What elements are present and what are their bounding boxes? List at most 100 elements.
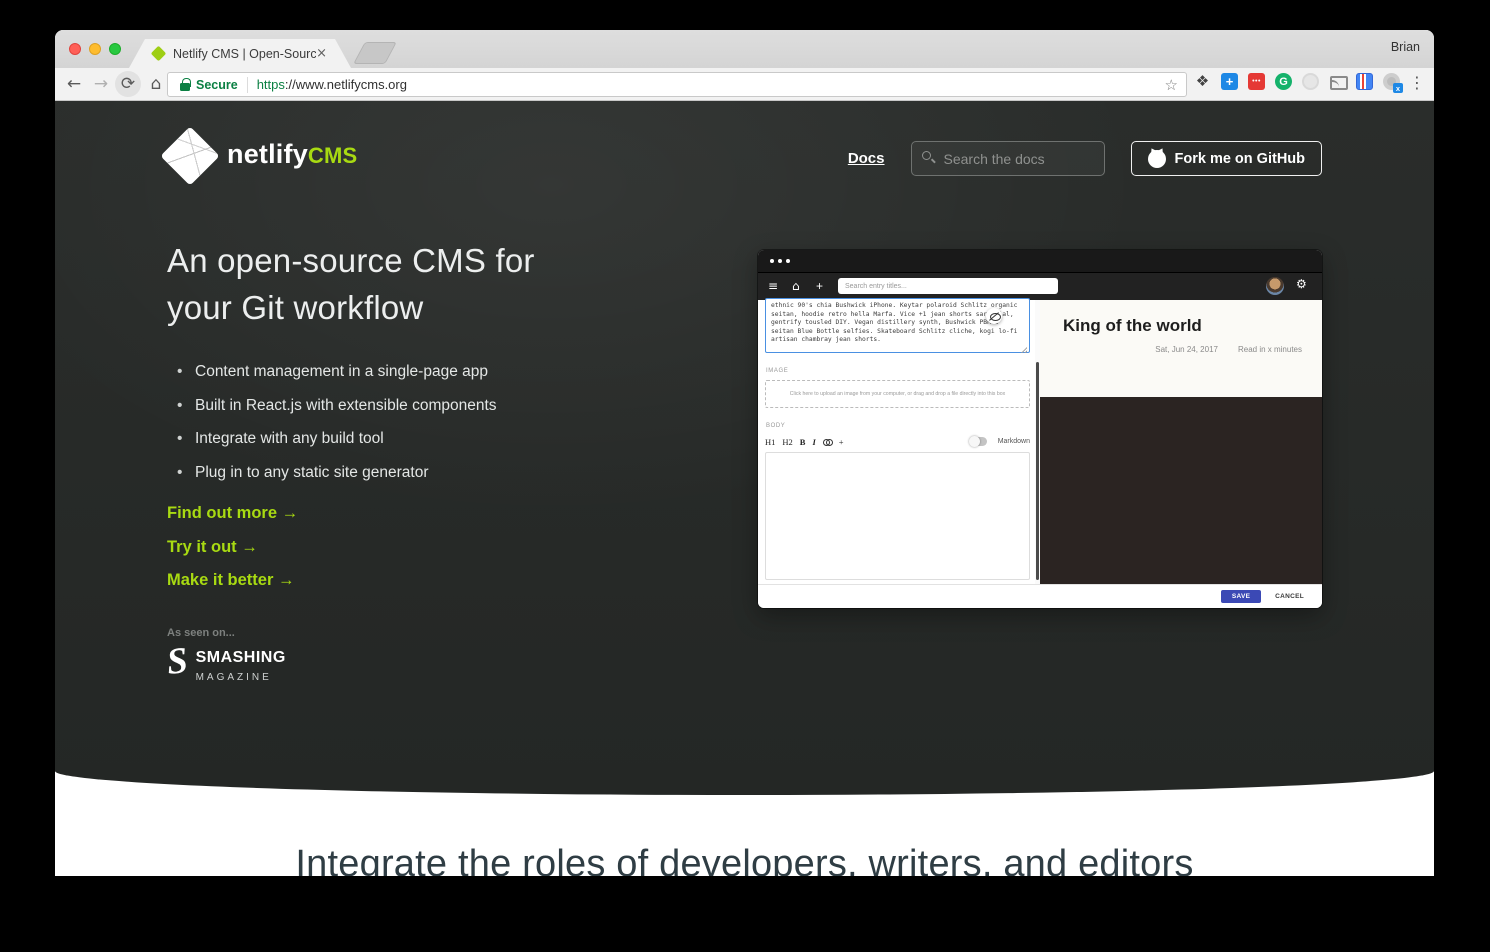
demo-hamburger-icon: ≡ — [768, 278, 778, 294]
github-fork-button[interactable]: Fork me on GitHub — [1131, 141, 1323, 176]
cms-demo-screenshot: ≡ ⌂ + Search entry titles... ⚙ ethnic 90… — [758, 250, 1322, 608]
demo-footer: SAVE CANCEL — [758, 584, 1322, 608]
demo-eye-slash-icon — [986, 308, 1002, 324]
hero-bullet: Plug in to any static site generator — [171, 464, 497, 482]
demo-gear-icon: ⚙ — [1296, 277, 1307, 291]
demo-plus-button: + — [839, 437, 844, 447]
demo-preview-date: Sat, Jun 24, 2017 — [1155, 345, 1218, 354]
demo-body-label: BODY — [766, 423, 785, 429]
demo-format-toolbar: H1 H2 B I + Markdown — [765, 434, 1030, 449]
page-content: netlifyCMS Docs Fork me on GitHub An ope… — [55, 101, 1434, 876]
docs-search — [911, 141, 1105, 176]
hero-title-line1: An open-source CMS for — [167, 237, 535, 284]
demo-link-icon — [823, 439, 832, 445]
demo-image-dropzone: Click here to upload an image from your … — [765, 380, 1030, 408]
hero-bullet: Integrate with any build tool — [171, 430, 497, 448]
profile-name[interactable]: Brian — [1391, 40, 1420, 54]
demo-avatar — [1266, 277, 1284, 295]
docs-search-input[interactable] — [911, 141, 1105, 176]
demo-h2-button: H2 — [782, 437, 792, 447]
demo-preview-title: King of the world — [1063, 316, 1202, 336]
smashing-name: SMASHING — [196, 649, 286, 666]
forward-button[interactable]: → — [88, 71, 114, 97]
demo-editor-panel: ethnic 90's chia Bushwick iPhone. Keytar… — [758, 300, 1035, 584]
secure-label: Secure — [196, 78, 238, 92]
logo-text: netlify — [227, 139, 308, 169]
site-logo[interactable]: netlifyCMS — [167, 131, 357, 177]
hero-bullet: Built in React.js with extensible compon… — [171, 397, 497, 415]
demo-save-button: SAVE — [1221, 590, 1261, 603]
demo-italic-button: I — [812, 437, 815, 447]
demo-add-icon: + — [816, 278, 823, 294]
hero-section: netlifyCMS Docs Fork me on GitHub An ope… — [55, 101, 1434, 795]
demo-preview-image — [1040, 397, 1322, 584]
demo-preview-meta: Sat, Jun 24, 2017 Read in x minutes — [1040, 345, 1322, 354]
address-bar[interactable]: Secure https://www.netlifycms.org ☆ — [167, 72, 1187, 97]
browser-window: Netlify CMS | Open-Source Co × Brian ← →… — [55, 30, 1434, 876]
demo-titlebar — [758, 250, 1322, 273]
demo-image-label: IMAGE — [766, 368, 788, 374]
demo-markdown-label: Markdown — [998, 438, 1030, 445]
hero-bullet: Content management in a single-page app — [171, 363, 497, 381]
mac-close-button[interactable] — [69, 43, 81, 55]
url-scheme: https — [257, 77, 285, 92]
demo-body: ethnic 90's chia Bushwick iPhone. Keytar… — [758, 300, 1322, 584]
tab-title: Netlify CMS | Open-Source Co — [173, 47, 316, 61]
extension-disabled-icon[interactable] — [1302, 73, 1319, 90]
home-button[interactable]: ⌂ — [143, 71, 169, 97]
url-text: https://www.netlifycms.org — [257, 77, 407, 92]
extension-grammarly-icon[interactable]: G — [1275, 73, 1292, 90]
netlify-diamond-icon — [160, 126, 219, 185]
demo-preview-panel: King of the world Sat, Jun 24, 2017 Read… — [1040, 300, 1322, 584]
url-rest: ://www.netlifycms.org — [285, 77, 407, 92]
reload-button[interactable]: ⟳ — [115, 71, 141, 97]
demo-body-textarea — [765, 452, 1030, 580]
site-nav: Docs Fork me on GitHub — [848, 141, 1322, 176]
url-divider — [247, 77, 248, 93]
extension-password-icon[interactable]: ••• — [1248, 73, 1265, 90]
demo-appbar: ≡ ⌂ + Search entry titles... ⚙ — [758, 273, 1322, 300]
find-out-more-link[interactable]: Find out more → — [167, 504, 298, 523]
hero-title: An open-source CMS for your Git workflow — [167, 237, 535, 331]
smashing-magazine-logo[interactable]: S SMASHING MAGAZINE — [167, 644, 286, 687]
extension-cast-icon[interactable] — [1329, 73, 1346, 90]
demo-dropzone-text: Click here to upload an image from your … — [790, 391, 1005, 397]
browser-tab[interactable]: Netlify CMS | Open-Source Co × — [129, 39, 351, 68]
mac-minimize-button[interactable] — [89, 43, 101, 55]
demo-search-placeholder: Search entry titles... — [845, 283, 907, 290]
nav-docs-link[interactable]: Docs — [848, 150, 885, 167]
tab-bar: Netlify CMS | Open-Source Co × Brian — [55, 30, 1434, 68]
demo-markdown-toggle — [970, 437, 987, 446]
secure-lock-icon — [180, 78, 190, 91]
make-it-better-link[interactable]: Make it better → — [167, 571, 298, 590]
demo-scrollbar-thumb — [1036, 362, 1039, 580]
extension-blocked-icon[interactable]: x — [1383, 73, 1400, 90]
hero-bullet-list: Content management in a single-page app … — [171, 363, 497, 497]
extension-plus-icon[interactable]: + — [1221, 73, 1238, 90]
extensions-row: ❖ + ••• G x — [1194, 73, 1400, 90]
github-button-label: Fork me on GitHub — [1175, 151, 1306, 167]
try-it-out-link[interactable]: Try it out → — [167, 538, 298, 557]
github-octocat-icon — [1148, 150, 1166, 168]
extension-layers-icon[interactable]: ❖ — [1194, 73, 1211, 90]
extension-lighthouse-icon[interactable] — [1356, 73, 1373, 90]
demo-window-dots-icon — [770, 259, 790, 263]
demo-preview-readtime: Read in x minutes — [1238, 345, 1302, 354]
mac-zoom-button[interactable] — [109, 43, 121, 55]
browser-menu-icon[interactable]: ⋮ — [1408, 73, 1426, 92]
as-seen-on-label: As seen on... — [167, 627, 235, 639]
back-button[interactable]: ← — [61, 71, 87, 97]
hero-title-line2: your Git workflow — [167, 284, 535, 331]
search-icon — [922, 151, 931, 160]
demo-h1-button: H1 — [765, 437, 775, 447]
netlify-favicon-icon — [151, 46, 167, 62]
bookmark-star-icon[interactable]: ☆ — [1165, 76, 1178, 94]
new-tab-button[interactable] — [353, 42, 397, 64]
demo-cancel-button: CANCEL — [1275, 593, 1304, 600]
demo-search-input: Search entry titles... — [838, 278, 1058, 294]
smashing-subname: MAGAZINE — [196, 672, 272, 683]
hero-links: Find out more → Try it out → Make it bet… — [167, 504, 298, 605]
browser-toolbar: ← → ⟳ ⌂ Secure https://www.netlifycms.or… — [55, 68, 1434, 101]
extension-x-badge: x — [1393, 83, 1403, 93]
tab-close-icon[interactable]: × — [316, 46, 327, 61]
